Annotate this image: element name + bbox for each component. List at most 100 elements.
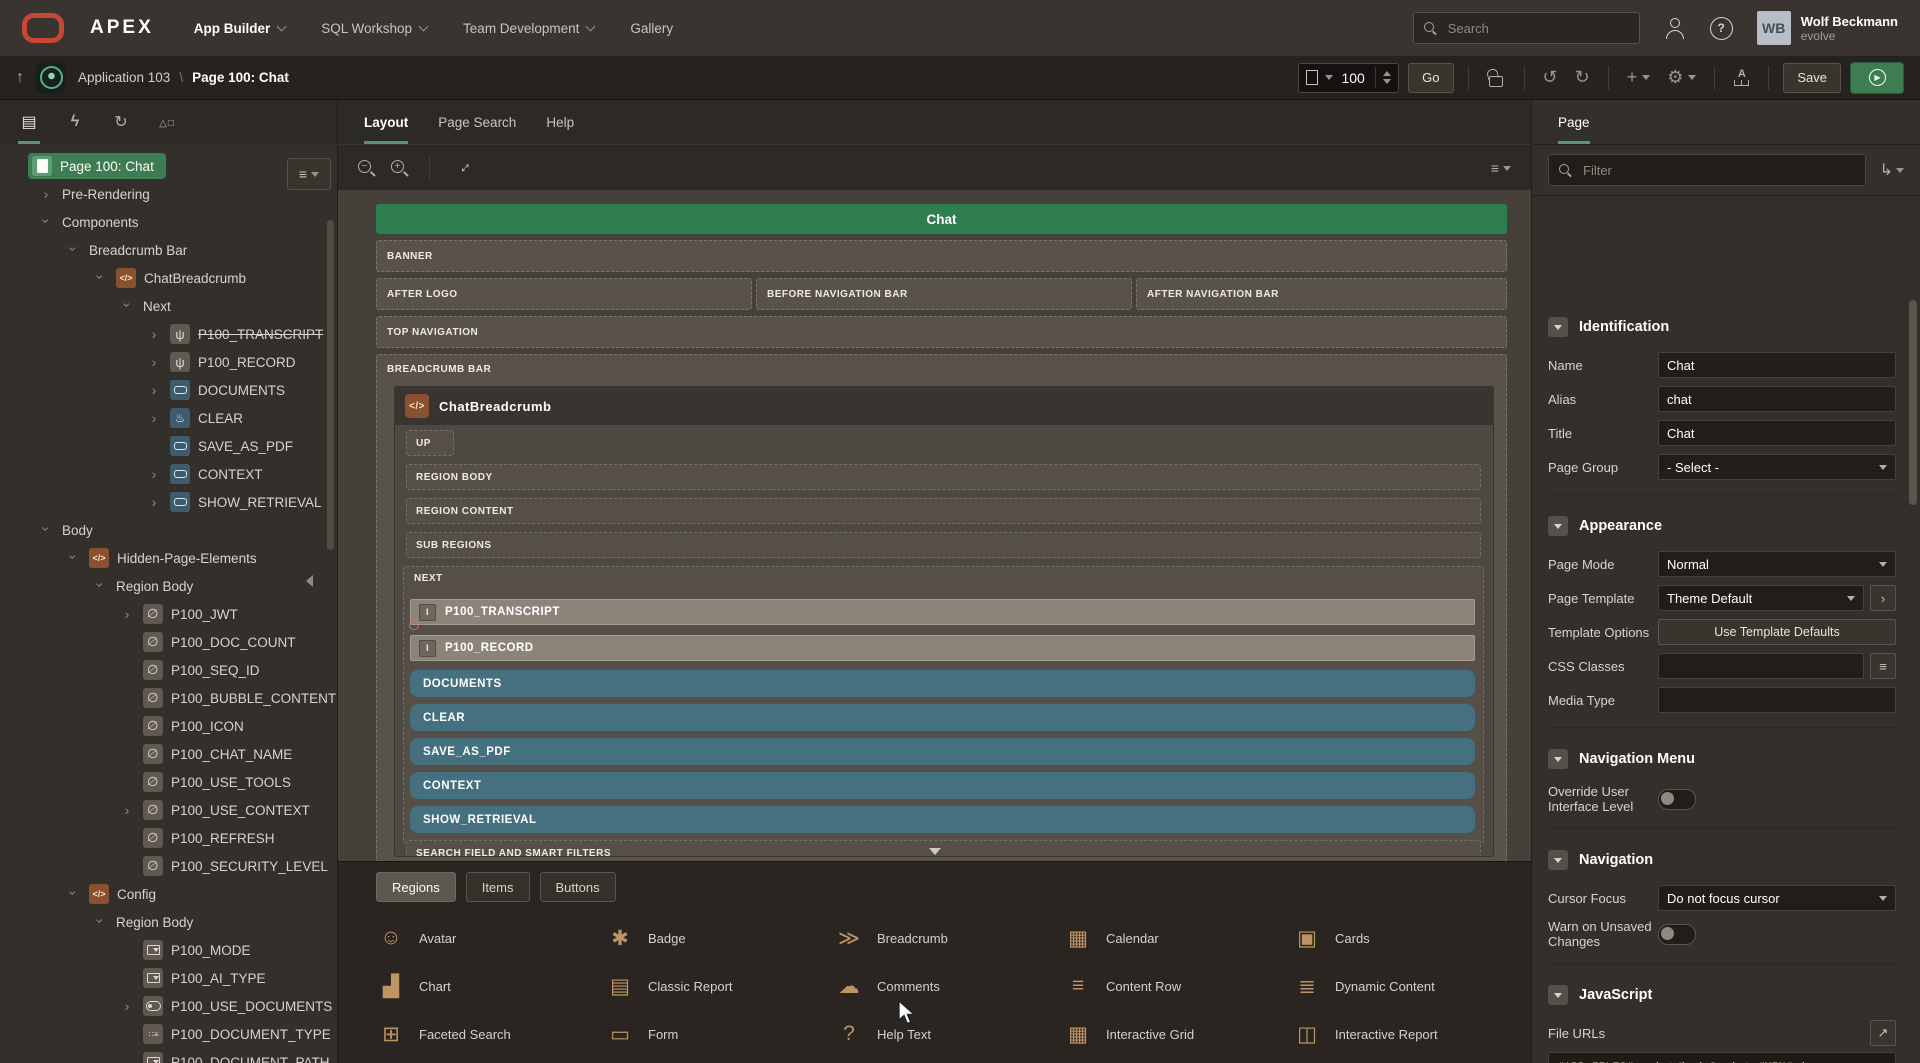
gallery-tile[interactable]: ▤ Classic Report [605,974,834,999]
layout-button[interactable]: CLEAR [410,704,1475,731]
slot-top-navigation[interactable]: TOP NAVIGATION [376,316,1507,348]
template-detail-button[interactable]: › [1870,585,1896,611]
tree-node[interactable]: Breadcrumb Bar [0,236,337,264]
slot-sub-regions[interactable]: SUB REGIONS [406,532,1481,558]
title-field[interactable]: Chat [1658,420,1896,446]
tree-expand-chevron[interactable] [37,214,55,230]
gallery-tile[interactable]: ▣ Cards [1292,926,1521,951]
splitter-collapse-icon[interactable] [300,575,313,587]
tree-menu-button[interactable]: ≡ [287,158,331,190]
collapse-canvas-icon[interactable] [929,848,941,861]
file-urls-code[interactable]: #APP_FILES#script/bodyScripts#MIN#.js [1548,1052,1896,1063]
layout-button[interactable]: CONTEXT [410,772,1475,799]
css-classes-list-button[interactable]: ≡ [1870,653,1896,679]
slot-region-content[interactable]: REGION CONTENT [406,498,1481,524]
layout-button[interactable]: DOCUMENTS [410,670,1475,697]
tree-expand-chevron[interactable] [145,354,163,370]
gallery-tile[interactable]: ▟ Chart [376,974,605,999]
tree-node[interactable]: P100_AI_TYPE [0,964,337,992]
tree-node[interactable]: P100_JWT [0,600,337,628]
tree-node[interactable]: SAVE_AS_PDF [0,432,337,460]
slot-up[interactable]: UP [406,430,454,456]
nav-item[interactable]: Gallery [630,21,673,36]
search-input[interactable] [1446,20,1600,37]
tab-processing[interactable] [98,100,144,144]
gallery-tile[interactable]: ▦ Calendar [1063,926,1292,951]
tree-node[interactable]: P100_TRANSCRIPT [0,320,337,348]
tree-node[interactable]: P100_CHAT_NAME [0,740,337,768]
canvas-tab[interactable]: Page Search [438,100,516,144]
page-finder-icon[interactable] [1306,70,1318,85]
slot-next[interactable]: NEXT I P100_TRANSCRIPT [403,566,1484,844]
tree-expand-chevron[interactable] [145,410,163,426]
layout-page-item[interactable]: I P100_TRANSCRIPT [410,599,1475,625]
nav-item[interactable]: SQL Workshop [321,21,427,36]
undo-icon[interactable]: ↺ [1539,67,1562,88]
tree-scrollbar[interactable] [327,220,334,550]
gallery-tile[interactable]: ◫ Interactive Report [1292,1022,1521,1047]
collapse-section-icon[interactable] [1548,317,1568,337]
tree-node[interactable]: P100_RECORD [0,348,337,376]
breadcrumb-application[interactable]: Application 103 [78,70,170,85]
tree-expand-chevron[interactable] [118,298,136,314]
tree-node[interactable]: Next [0,292,337,320]
go-button[interactable]: Go [1408,63,1453,93]
canvas-tab[interactable]: Help [546,100,574,144]
slot-banner[interactable]: BANNER [376,240,1507,272]
gallery-tile[interactable]: ▦ Interactive Grid [1063,1022,1292,1047]
name-field[interactable]: Chat [1658,352,1896,378]
layout-page-item[interactable]: I P100_RECORD [410,635,1475,661]
gallery-tab[interactable]: Items [466,872,530,902]
gallery-tile[interactable]: ☺ Avatar [376,926,605,950]
up-to-app-icon[interactable]: ↑ [16,69,24,87]
tree-node[interactable]: P100_USE_DOCUMENTS [0,992,337,1020]
shared-components-icon[interactable]: A [1729,69,1754,86]
tree-node[interactable]: ChatBreadcrumb [0,264,337,292]
tree-expand-chevron[interactable] [37,186,55,202]
go-to-group-button[interactable]: ↳ [1880,160,1904,180]
tree-expand-chevron[interactable] [64,886,82,902]
css-classes-field[interactable] [1658,653,1864,679]
page-group-select[interactable]: - Select - [1658,454,1896,480]
page-title-bar[interactable]: Chat [376,204,1507,234]
tree-node[interactable]: P100_DOC_COUNT [0,628,337,656]
save-button[interactable]: Save [1783,63,1841,93]
alias-field[interactable]: chat [1658,386,1896,412]
expand-icon[interactable]: ↕ [456,159,474,177]
tab-shared-components[interactable] [144,100,190,144]
tree-node[interactable]: CLEAR [0,404,337,432]
tree-expand-chevron[interactable] [64,550,82,566]
tree-expand-chevron[interactable] [118,998,136,1014]
help-icon[interactable]: ? [1710,17,1733,40]
tree-expand-chevron[interactable] [91,914,109,930]
tree-node[interactable]: P100_REFRESH [0,824,337,852]
layout-button[interactable]: SHOW_RETRIEVAL [410,806,1475,833]
media-type-field[interactable] [1658,687,1896,713]
gallery-tile[interactable]: ≣ Dynamic Content [1292,974,1521,999]
global-search[interactable] [1413,12,1640,44]
page-selector[interactable]: 100 [1298,63,1399,93]
tree-node[interactable]: P100_USE_CONTEXT [0,796,337,824]
tree-node[interactable]: P100_DOCUMENT_PATH [0,1048,337,1063]
collapse-section-icon[interactable] [1548,749,1568,769]
tree-expand-chevron[interactable] [145,494,163,510]
property-filter[interactable] [1548,154,1866,186]
canvas-menu-button[interactable]: ≡ [1491,160,1511,176]
filter-input[interactable] [1581,162,1785,179]
create-menu-button[interactable]: + [1623,67,1655,88]
gallery-tab[interactable]: Regions [376,872,456,902]
layout-button[interactable]: SAVE_AS_PDF [410,738,1475,765]
tree-expand-chevron[interactable] [145,466,163,482]
zoom-in-icon[interactable] [391,160,408,177]
tree-node[interactable]: Region Body [0,572,337,600]
slot-after-logo[interactable]: AFTER LOGO [376,278,752,310]
run-button[interactable]: ▶ [1850,62,1904,94]
utilities-menu-button[interactable]: ⚙ [1663,67,1700,88]
gallery-tile[interactable]: ≡ Content Row [1063,974,1292,998]
tree-expand-chevron[interactable] [118,606,136,622]
tree-node[interactable]: CONTEXT [0,460,337,488]
tree-node[interactable]: Config [0,880,337,908]
tree-expand-chevron[interactable] [91,578,109,594]
tree-node[interactable]: Hidden-Page-Elements [0,544,337,572]
nav-item[interactable]: App Builder [194,21,286,36]
